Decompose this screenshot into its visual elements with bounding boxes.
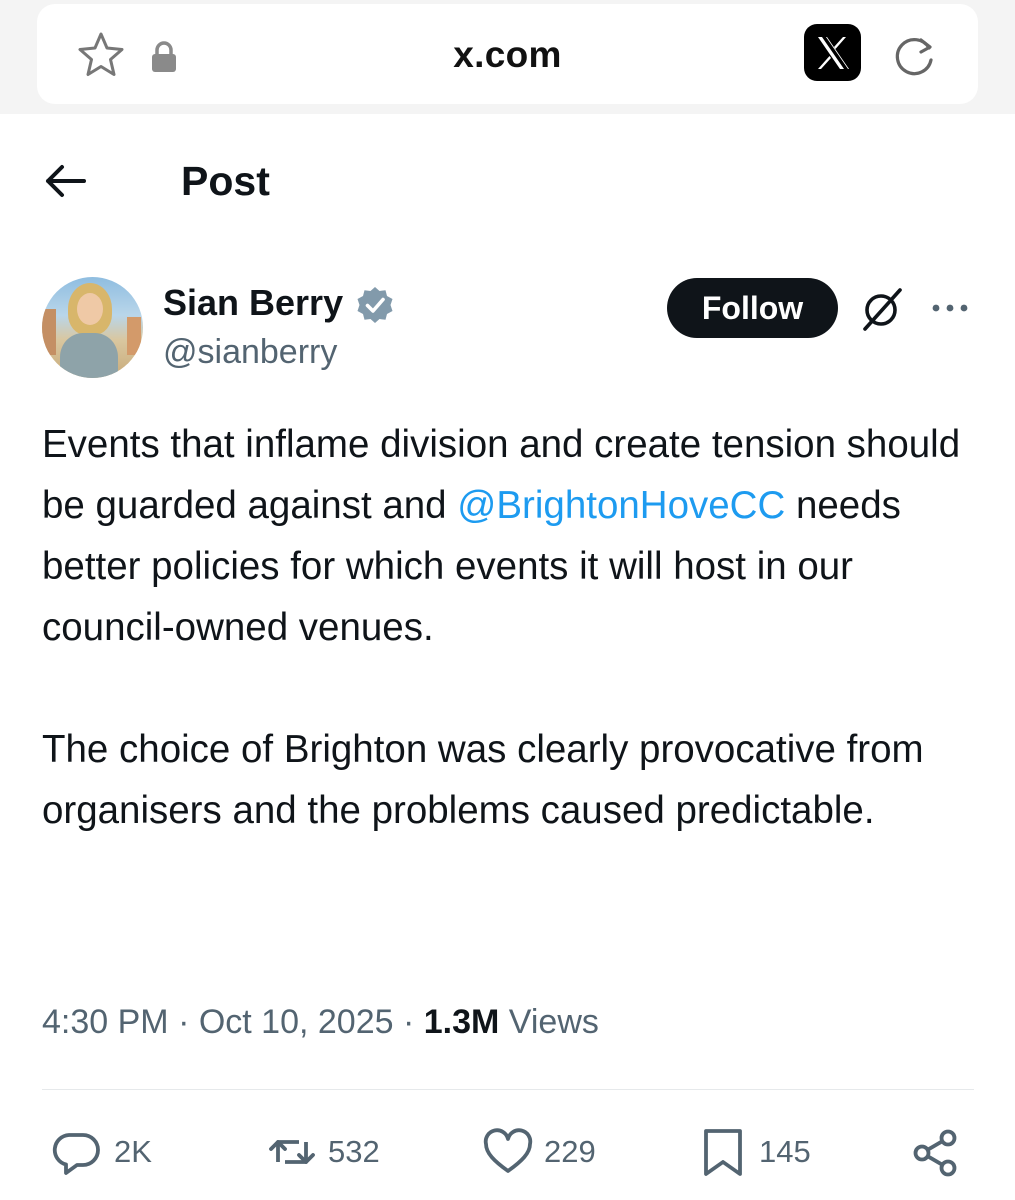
meta-separator: · [393, 1003, 424, 1041]
heart-icon [483, 1128, 533, 1173]
bookmark-icon [704, 1129, 742, 1176]
tweet-meta: 4:30 PM · Oct 10, 2025 · 1.3M Views [42, 1003, 599, 1042]
like-count: 229 [544, 1134, 596, 1169]
tweet-time[interactable]: 4:30 PM [42, 1003, 169, 1041]
author-display-name[interactable]: Sian Berry [163, 282, 343, 324]
tweet-date[interactable]: Oct 10, 2025 [199, 1003, 394, 1041]
author-handle[interactable]: @sianberry [163, 333, 337, 372]
tweet-paragraph-1: Events that inflame division and create … [42, 414, 982, 658]
grok-icon[interactable] [858, 285, 906, 333]
x-logo-icon[interactable] [804, 24, 861, 81]
browser-chrome: x.com [0, 0, 1015, 114]
reply-button[interactable]: 2K [52, 1124, 152, 1180]
address-bar[interactable]: x.com [37, 4, 978, 104]
verified-badge-icon[interactable] [355, 285, 395, 325]
tweet-text: Events that inflame division and create … [42, 414, 982, 841]
repost-button[interactable]: 532 [266, 1124, 380, 1180]
share-icon [913, 1129, 957, 1177]
like-button[interactable]: 229 [482, 1124, 596, 1180]
reply-icon [52, 1133, 100, 1175]
arrow-left-icon[interactable] [40, 158, 90, 204]
bookmark-count: 145 [759, 1134, 811, 1169]
page-title: Post [181, 158, 270, 204]
reply-count: 2K [114, 1134, 152, 1169]
repost-count: 532 [328, 1134, 380, 1169]
avatar[interactable] [42, 277, 143, 378]
repost-icon [269, 1140, 315, 1164]
meta-separator: · [168, 1003, 199, 1041]
tweet-paragraph-2: The choice of Brighton was clearly provo… [42, 728, 924, 832]
bookmark-button[interactable]: 145 [697, 1124, 811, 1180]
reload-icon[interactable] [887, 28, 943, 84]
mention-link[interactable]: @BrightonHoveCC [457, 484, 785, 527]
more-dots-icon[interactable] [928, 296, 972, 320]
views-count[interactable]: 1.3M [424, 1003, 500, 1041]
divider [42, 1089, 974, 1090]
share-button[interactable] [910, 1124, 962, 1180]
follow-button[interactable]: Follow [667, 278, 838, 338]
views-label[interactable]: Views [499, 1003, 599, 1041]
